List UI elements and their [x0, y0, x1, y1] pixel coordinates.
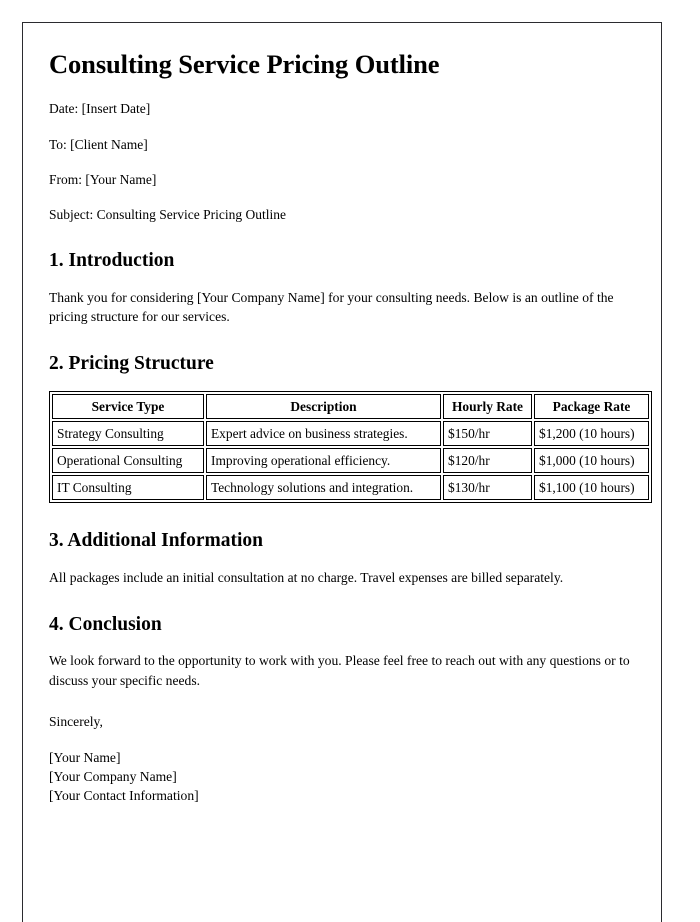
- cell-service-type: Strategy Consulting: [52, 420, 204, 446]
- signature-block: [Your Name] [Your Company Name] [Your Co…: [49, 749, 635, 805]
- section-heading-pricing-structure: 2. Pricing Structure: [49, 353, 214, 375]
- column-header-package-rate: Package Rate: [534, 393, 649, 419]
- sign-off: Sincerely,: [49, 713, 103, 729]
- pricing-table: Service Type Description Hourly Rate Pac…: [49, 390, 652, 504]
- signature-contact: [Your Contact Information]: [49, 787, 199, 803]
- column-header-description: Description: [206, 393, 441, 419]
- cell-hourly-rate: $120/hr: [443, 447, 532, 474]
- document-page: Consulting Service Pricing Outline Date:…: [22, 22, 662, 922]
- meta-date: Date: [Insert Date]: [49, 101, 151, 117]
- table-row: Strategy Consulting Expert advice on bus…: [52, 420, 649, 446]
- cell-description: Expert advice on business strategies.: [206, 420, 441, 446]
- meta-subject: Subject: Consulting Service Pricing Outl…: [49, 207, 286, 223]
- column-header-hourly-rate: Hourly Rate: [443, 393, 532, 419]
- table-row: Operational Consulting Improving operati…: [52, 447, 649, 474]
- page-title: Consulting Service Pricing Outline: [49, 49, 440, 79]
- section-paragraph-introduction: Thank you for considering [Your Company …: [49, 289, 614, 324]
- meta-to: To: [Client Name]: [49, 136, 148, 152]
- section-heading-conclusion: 4. Conclusion: [49, 613, 162, 635]
- section-paragraph-conclusion: We look forward to the opportunity to wo…: [49, 653, 630, 688]
- cell-hourly-rate: $130/hr: [443, 475, 532, 501]
- cell-description: Improving operational efficiency.: [206, 447, 441, 474]
- cell-description: Technology solutions and integration.: [206, 475, 441, 501]
- document-body: Consulting Service Pricing Outline Date:…: [23, 23, 661, 805]
- table-row: IT Consulting Technology solutions and i…: [52, 475, 649, 501]
- signature-company: [Your Company Name]: [49, 768, 177, 784]
- cell-service-type: Operational Consulting: [52, 447, 204, 474]
- pricing-table-body: Strategy Consulting Expert advice on bus…: [52, 420, 649, 501]
- signature-name: [Your Name]: [49, 750, 121, 766]
- cell-package-rate: $1,100 (10 hours): [534, 475, 649, 501]
- section-heading-introduction: 1. Introduction: [49, 250, 175, 272]
- cell-hourly-rate: $150/hr: [443, 420, 532, 446]
- cell-package-rate: $1,000 (10 hours): [534, 447, 649, 474]
- meta-from: From: [Your Name]: [49, 171, 157, 187]
- cell-service-type: IT Consulting: [52, 475, 204, 501]
- section-heading-additional-information: 3. Additional Information: [49, 530, 263, 552]
- table-header-row: Service Type Description Hourly Rate Pac…: [52, 393, 649, 419]
- column-header-service-type: Service Type: [52, 393, 204, 419]
- pricing-table-header: Service Type Description Hourly Rate Pac…: [52, 393, 649, 419]
- section-paragraph-additional-information: All packages include an initial consulta…: [49, 569, 564, 585]
- cell-package-rate: $1,200 (10 hours): [534, 420, 649, 446]
